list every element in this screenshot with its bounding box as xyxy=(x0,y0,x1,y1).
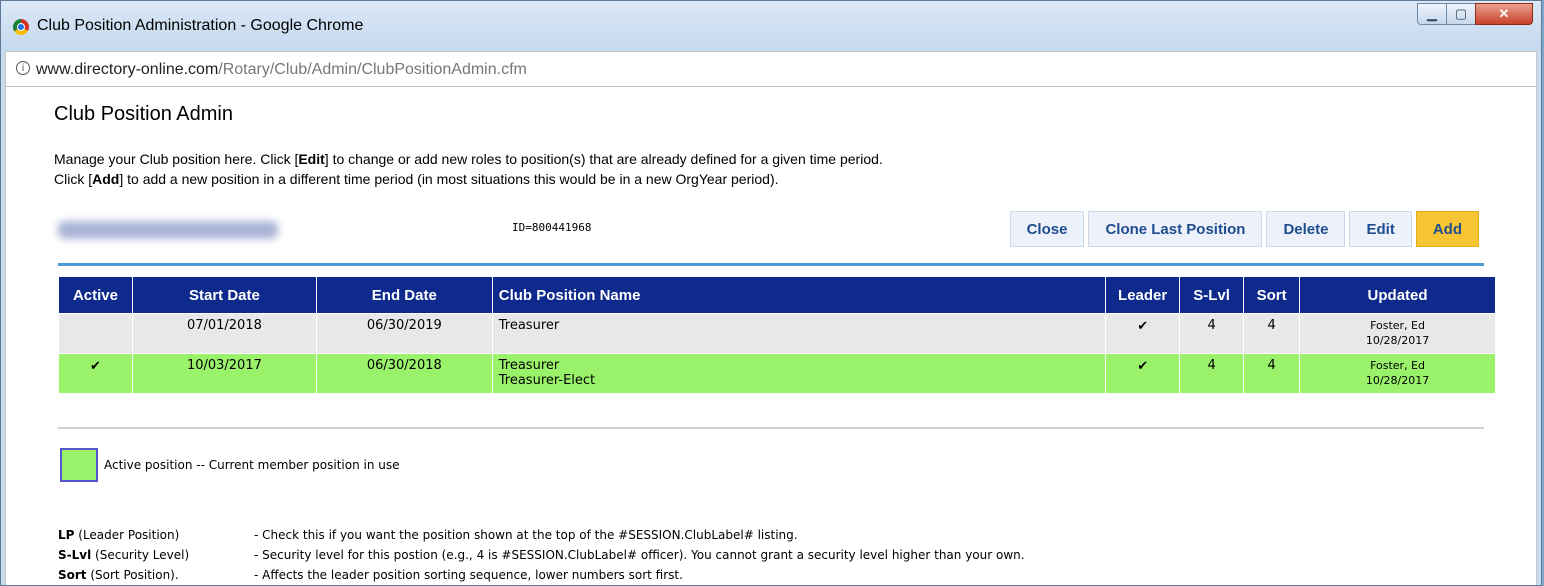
col-start-date-header[interactable]: Start Date xyxy=(131,276,317,314)
note-lp: LP (Leader Position) - Check this if you… xyxy=(58,528,798,542)
start-date-cell: 07/01/2018 xyxy=(131,313,317,354)
slvl-cell: 4 xyxy=(1179,353,1245,394)
accent-divider xyxy=(58,263,1484,266)
end-date-cell: 06/30/2018 xyxy=(315,353,493,394)
member-id: ID=800441968 xyxy=(512,221,592,234)
add-button[interactable]: Add xyxy=(1415,211,1479,247)
active-cell: ✔ xyxy=(58,353,133,394)
window-controls: ▁ ▢ ✕ xyxy=(1417,3,1533,25)
maximize-icon: ▢ xyxy=(1454,6,1468,21)
page-description: Manage your Club position here. Click [E… xyxy=(54,149,883,189)
field-notes: LP (Leader Position) - Check this if you… xyxy=(58,525,1025,585)
sort-cell: 4 xyxy=(1243,353,1301,394)
url-path: /Rotary/Club/Admin/ClubPositionAdmin.cfm xyxy=(218,61,527,78)
updated-cell: Foster, Ed 10/28/2017 xyxy=(1299,353,1496,394)
start-date-cell: 10/03/2017 xyxy=(131,353,317,394)
updated-cell: Foster, Ed 10/28/2017 xyxy=(1299,313,1496,354)
col-active-header[interactable]: Active xyxy=(58,276,133,314)
sort-cell: 4 xyxy=(1243,313,1301,354)
delete-button[interactable]: Delete xyxy=(1266,211,1346,247)
col-updated-header[interactable]: Updated xyxy=(1299,276,1496,314)
window-title: Club Position Administration - Google Ch… xyxy=(37,17,364,34)
description-line-2: Click [Add] to add a new position in a d… xyxy=(54,171,779,187)
title-bar[interactable]: Club Position Administration - Google Ch… xyxy=(1,1,1541,51)
close-icon: ✕ xyxy=(1498,6,1510,21)
info-icon[interactable]: i xyxy=(16,61,30,75)
clone-last-position-button[interactable]: Clone Last Position xyxy=(1088,211,1263,247)
description-line-1: Manage your Club position here. Click [E… xyxy=(54,151,883,167)
active-cell xyxy=(58,313,133,354)
address-bar[interactable]: i www.directory-online.com/Rotary/Club/A… xyxy=(5,51,1537,87)
col-end-date-header[interactable]: End Date xyxy=(315,276,493,314)
minimize-button[interactable]: ▁ xyxy=(1417,3,1447,25)
page-title: Club Position Admin xyxy=(54,103,233,125)
url-text[interactable]: www.directory-online.com/Rotary/Club/Adm… xyxy=(36,61,527,79)
active-legend-text: Active position -- Current member positi… xyxy=(104,458,400,472)
table-row[interactable]: ✔ 10/03/2017 06/30/2018 Treasurer Treasur… xyxy=(58,353,1496,394)
action-toolbar: Close Clone Last Position Delete Edit Ad… xyxy=(1009,211,1479,247)
end-date-cell: 06/30/2019 xyxy=(315,313,493,354)
note-slvl: S-Lvl (Security Level) - Security level … xyxy=(58,548,1025,562)
slvl-cell: 4 xyxy=(1179,313,1245,354)
col-slvl-header[interactable]: S-Lvl xyxy=(1179,276,1245,314)
leader-cell: ✔ xyxy=(1105,313,1181,354)
maximize-button[interactable]: ▢ xyxy=(1446,3,1476,25)
active-legend-swatch xyxy=(60,448,98,482)
page-content: Club Position Admin Manage your Club pos… xyxy=(5,87,1537,585)
positions-table: Active Start Date End Date Club Position… xyxy=(58,276,1496,394)
member-name-blurred xyxy=(58,221,278,239)
chrome-logo-icon xyxy=(13,19,29,35)
position-name-cell: Treasurer Treasurer-Elect xyxy=(491,353,1107,394)
note-sort: Sort (Sort Position). - Affects the lead… xyxy=(58,568,683,582)
table-row[interactable]: 07/01/2018 06/30/2019 Treasurer ✔ 4 4 Fo… xyxy=(58,313,1496,354)
url-host: www.directory-online.com xyxy=(36,61,219,78)
browser-window: Club Position Administration - Google Ch… xyxy=(0,0,1542,586)
col-leader-header[interactable]: Leader xyxy=(1105,276,1181,314)
close-window-button[interactable]: ✕ xyxy=(1475,3,1533,25)
table-header-row: Active Start Date End Date Club Position… xyxy=(58,276,1496,314)
leader-cell: ✔ xyxy=(1105,353,1181,394)
table-bottom-divider xyxy=(58,427,1484,429)
col-position-name-header[interactable]: Club Position Name xyxy=(491,276,1107,314)
col-sort-header[interactable]: Sort xyxy=(1243,276,1301,314)
minimize-icon: ▁ xyxy=(1427,6,1437,21)
edit-button[interactable]: Edit xyxy=(1349,211,1412,247)
position-name-cell: Treasurer xyxy=(491,313,1107,354)
close-button[interactable]: Close xyxy=(1009,211,1085,247)
